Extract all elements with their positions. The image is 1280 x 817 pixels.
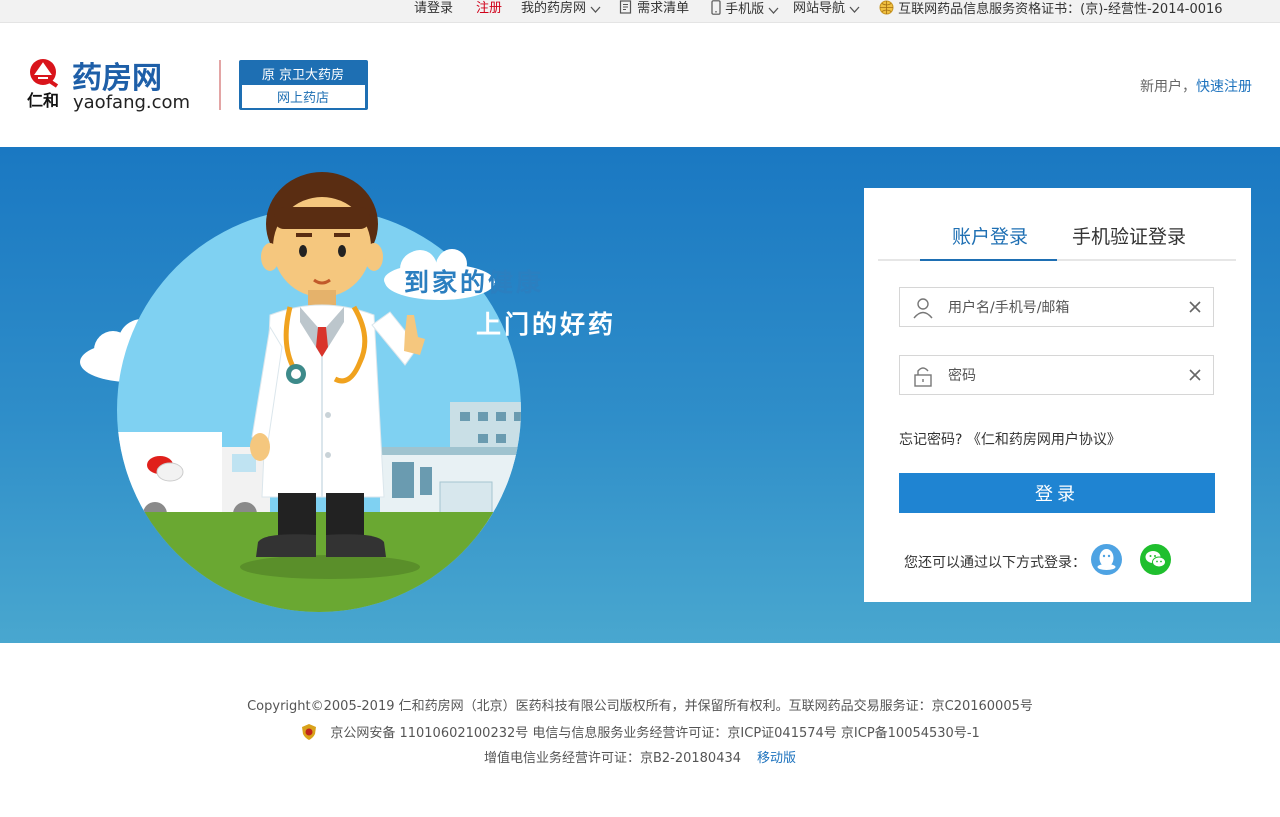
list-icon [619, 0, 632, 14]
lock-icon [914, 367, 932, 387]
login-button[interactable]: 登录 [899, 473, 1215, 513]
certificate-link[interactable]: 互联网药品信息服务资格证书：(京)-经营性-2014-0016 [879, 0, 1223, 22]
certificate-label: 互联网药品信息服务资格证书：(京)-经营性-2014-0016 [898, 2, 1223, 17]
clear-icon[interactable] [1185, 365, 1205, 385]
username-input[interactable] [946, 296, 1180, 320]
footer-copyright: Copyright©2005-2019 仁和药房网（北京）医药科技有限公司版权所… [247, 699, 1033, 714]
quick-register-link[interactable]: 快速注册 [1196, 79, 1252, 95]
site-logo[interactable]: 仁和 药房网 yaofang.com 原 京卫大药房 网上药店 [26, 58, 371, 114]
demand-list-label: 需求清单 [637, 1, 690, 16]
register-link[interactable]: 注册 [476, 0, 502, 22]
wechat-icon [1145, 551, 1166, 568]
mobile-version-link[interactable]: 移动版 [757, 751, 796, 766]
wechat-login-button[interactable] [1140, 544, 1171, 575]
tab-phone-login[interactable]: 手机验证登录 [1072, 222, 1186, 262]
password-input[interactable] [946, 364, 1180, 388]
footer-telecom: 增值电信业务经营许可证：京B2-20180434 移动版 [0, 749, 1280, 775]
site-nav-label: 网站导航 [793, 1, 846, 16]
logo-graphic: 仁和 药房网 yaofang.com 原 京卫大药房 网上药店 [27, 59, 368, 113]
logo-renhe: 仁和 [27, 91, 59, 110]
demand-list-link[interactable]: 需求清单 [619, 0, 689, 22]
new-user-text: 新用户， [1140, 79, 1196, 95]
site-nav-menu[interactable]: 网站导航 [793, 0, 860, 22]
slogan-line-2: 上门的好药 [476, 310, 616, 339]
my-yaofang-menu[interactable]: 我的药房网 [521, 0, 601, 22]
clear-icon[interactable] [1185, 297, 1205, 317]
qq-icon [1097, 549, 1116, 570]
police-badge-icon [302, 724, 317, 740]
badge-bottom-text: 网上药店 [277, 91, 329, 106]
chevron-down-icon [590, 6, 601, 13]
mobile-label: 手机版 [725, 2, 765, 17]
globe-icon [879, 0, 894, 15]
slogan-line-1: 到家的健康 [404, 268, 544, 297]
chevron-down-icon [849, 6, 860, 13]
footer-licenses: 京公网安备 11010602100232号 电信与信息服务业务经营许可证：京IC… [0, 723, 1280, 749]
qq-login-button[interactable] [1091, 544, 1122, 575]
phone-icon [711, 0, 721, 15]
badge-top-text: 原 京卫大药房 [262, 67, 344, 83]
username-field [899, 287, 1214, 327]
logo-domain: yaofang.com [73, 92, 190, 113]
forgot-password-link[interactable]: 忘记密码? [899, 432, 962, 448]
footer-license-text: 京公网安备 11010602100232号 电信与信息服务业务经营许可证：京IC… [330, 726, 980, 741]
password-field [899, 355, 1214, 395]
tab-active-indicator [920, 259, 1057, 261]
register-prompt: 新用户，快速注册 [1140, 76, 1252, 96]
footer: Copyright©2005-2019 仁和药房网（北京）医药科技有限公司版权所… [0, 697, 1280, 775]
login-link[interactable]: 请登录 [414, 0, 453, 22]
user-icon [913, 298, 933, 319]
tab-account-login[interactable]: 账户登录 [952, 222, 1028, 262]
logo-cn-name: 药房网 [72, 61, 162, 96]
footer-telecom-text: 增值电信业务经营许可证：京B2-20180434 [483, 751, 742, 766]
other-login-text: 您还可以通过以下方式登录： [904, 555, 1086, 571]
user-agreement-link[interactable]: 《仁和药房网用户协议》 [967, 432, 1121, 448]
login-panel: 账户登录 手机验证登录 忘记密码? 《仁和药房网用户协议》 登录 您还可以通过以… [864, 188, 1251, 602]
top-bar: 请登录 注册 我的药房网 需求清单 手机版 网站导航 互联网药品信息服务资格证书… [0, 0, 1280, 23]
chevron-down-icon [768, 7, 779, 14]
forgot-row: 忘记密码? 《仁和药房网用户协议》 [899, 429, 1121, 449]
my-yaofang-label: 我的药房网 [521, 1, 587, 16]
mobile-menu[interactable]: 手机版 [711, 0, 779, 22]
